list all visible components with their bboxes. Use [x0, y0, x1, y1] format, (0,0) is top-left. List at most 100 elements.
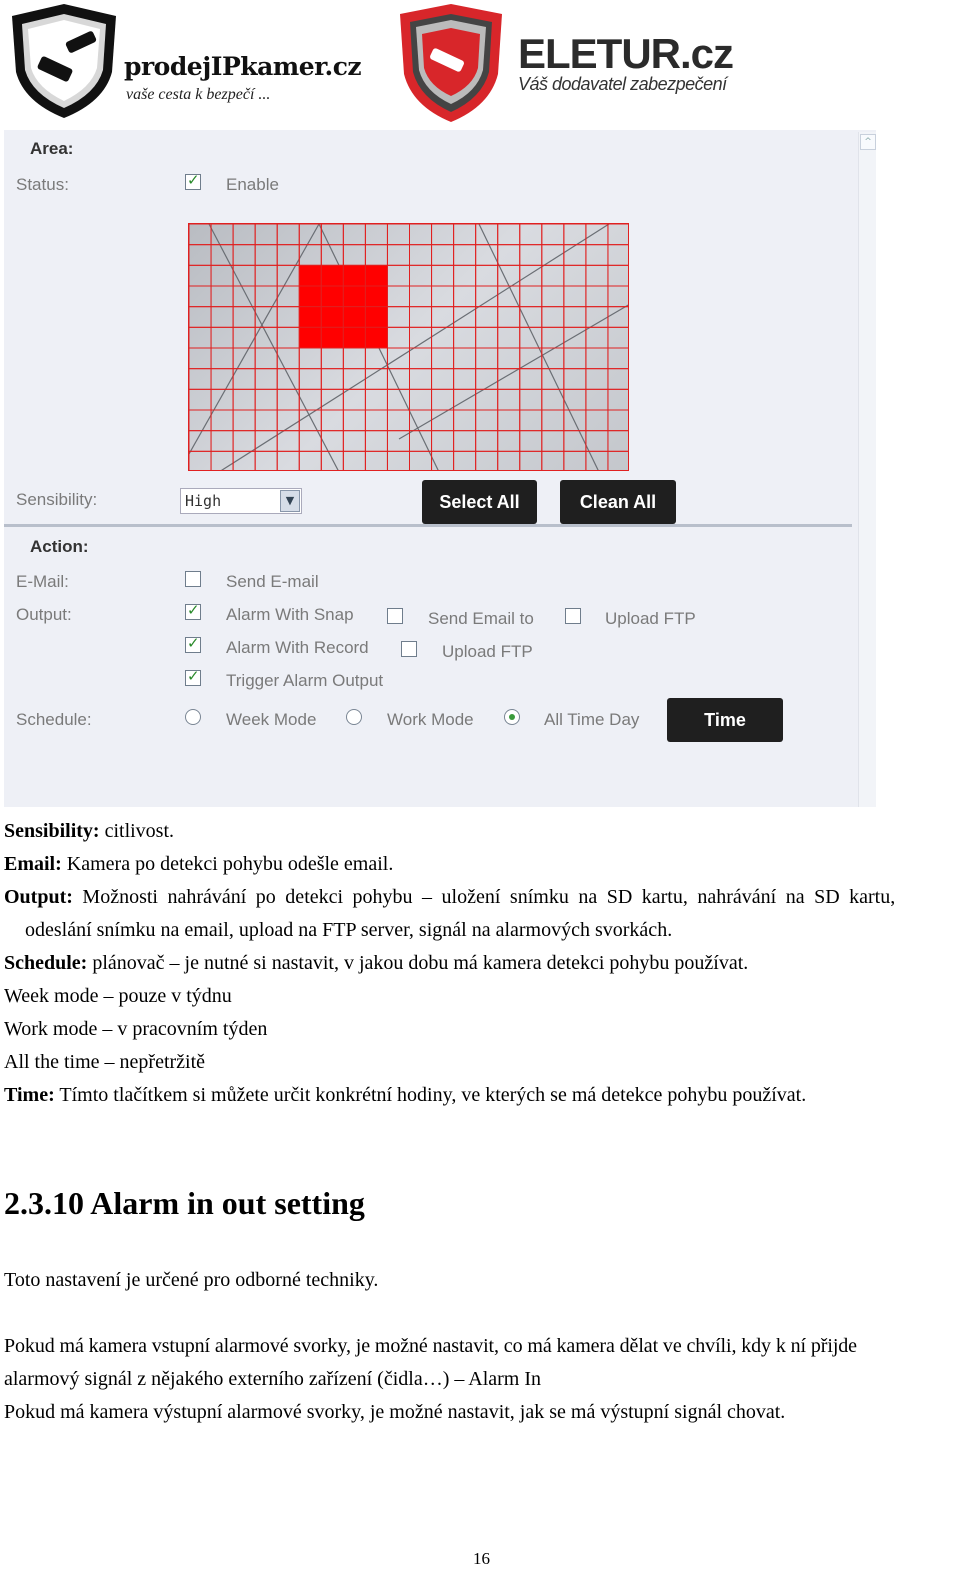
grid-cell[interactable]	[276, 326, 300, 349]
grid-cell[interactable]	[298, 368, 322, 390]
grid-cell[interactable]	[342, 224, 366, 246]
grid-cell[interactable]	[453, 409, 477, 432]
grid-cell[interactable]	[453, 306, 477, 328]
grid-cell[interactable]	[497, 388, 521, 411]
grid-cell-selected[interactable]	[342, 285, 366, 308]
grid-cell[interactable]	[276, 285, 300, 308]
grid-cell[interactable]	[342, 409, 366, 432]
grid-cell[interactable]	[232, 347, 256, 370]
grid-cell[interactable]	[189, 285, 212, 308]
grid-cell[interactable]	[320, 347, 344, 370]
grid-cell[interactable]	[254, 224, 278, 246]
motion-area-grid[interactable]	[188, 223, 629, 471]
grid-cell[interactable]	[254, 244, 278, 266]
grid-cell[interactable]	[232, 388, 256, 411]
grid-cell[interactable]	[386, 430, 410, 452]
grid-cell[interactable]	[189, 264, 212, 287]
all-time-day-radio[interactable]	[504, 709, 520, 725]
grid-cell[interactable]	[541, 285, 565, 308]
grid-cell[interactable]	[585, 368, 609, 390]
grid-cell[interactable]	[386, 224, 410, 246]
grid-cell[interactable]	[409, 264, 433, 287]
grid-cell[interactable]	[563, 224, 587, 246]
grid-cell[interactable]	[210, 347, 234, 370]
send-email-checkbox[interactable]	[185, 571, 201, 587]
grid-cell[interactable]	[453, 368, 477, 390]
grid-cell[interactable]	[475, 450, 499, 471]
status-enable-checkbox[interactable]	[185, 171, 201, 190]
grid-cell[interactable]	[497, 285, 521, 308]
grid-cell[interactable]	[189, 450, 212, 471]
grid-cell-selected[interactable]	[342, 326, 366, 349]
grid-cell[interactable]	[232, 306, 256, 328]
grid-cell[interactable]	[475, 306, 499, 328]
grid-cell[interactable]	[320, 450, 344, 471]
grid-cell-selected[interactable]	[320, 306, 344, 328]
grid-cell[interactable]	[386, 285, 410, 308]
grid-cell[interactable]	[607, 409, 629, 432]
grid-cell[interactable]	[431, 430, 455, 452]
grid-cell[interactable]	[409, 409, 433, 432]
grid-cell[interactable]	[276, 224, 300, 246]
grid-cell[interactable]	[541, 409, 565, 432]
grid-cell[interactable]	[409, 347, 433, 370]
grid-cell[interactable]	[475, 347, 499, 370]
grid-cell[interactable]	[453, 224, 477, 246]
alarm-with-record-checkbox[interactable]	[185, 634, 201, 653]
grid-cell[interactable]	[563, 264, 587, 287]
grid-cell[interactable]	[519, 388, 543, 411]
grid-cell[interactable]	[210, 285, 234, 308]
grid-cell[interactable]	[563, 306, 587, 328]
grid-cell[interactable]	[342, 388, 366, 411]
grid-cell[interactable]	[585, 409, 609, 432]
grid-cell[interactable]	[607, 306, 629, 328]
grid-cell[interactable]	[607, 450, 629, 471]
grid-cell[interactable]	[276, 306, 300, 328]
grid-cell[interactable]	[232, 285, 256, 308]
grid-cell[interactable]	[364, 244, 388, 266]
grid-cell[interactable]	[232, 430, 256, 452]
grid-cell[interactable]	[607, 244, 629, 266]
grid-cell[interactable]	[607, 224, 629, 246]
grid-cell[interactable]	[519, 244, 543, 266]
grid-cell[interactable]	[431, 264, 455, 287]
grid-cell[interactable]	[298, 409, 322, 432]
grid-cell[interactable]	[386, 244, 410, 266]
grid-cell[interactable]	[541, 450, 565, 471]
grid-cell[interactable]	[232, 409, 256, 432]
grid-cell[interactable]	[431, 224, 455, 246]
grid-cell-selected[interactable]	[364, 285, 388, 308]
grid-cell[interactable]	[210, 326, 234, 349]
grid-cell[interactable]	[210, 450, 234, 471]
grid-cell-selected[interactable]	[320, 326, 344, 349]
grid-cell[interactable]	[409, 306, 433, 328]
grid-cell[interactable]	[431, 450, 455, 471]
select-all-button[interactable]: Select All	[422, 480, 537, 524]
grid-cell[interactable]	[475, 224, 499, 246]
grid-cell[interactable]	[409, 326, 433, 349]
grid-cell[interactable]	[519, 306, 543, 328]
grid-cell[interactable]	[342, 450, 366, 471]
sensibility-select[interactable]: High ▼	[180, 488, 302, 514]
grid-cell[interactable]	[475, 264, 499, 287]
grid-cell-selected[interactable]	[298, 285, 322, 308]
grid-cell[interactable]	[364, 388, 388, 411]
grid-cell[interactable]	[519, 430, 543, 452]
grid-cell[interactable]	[453, 347, 477, 370]
grid-cell[interactable]	[298, 430, 322, 452]
grid-cell[interactable]	[210, 264, 234, 287]
grid-cell[interactable]	[563, 244, 587, 266]
grid-cell[interactable]	[453, 264, 477, 287]
grid-cell[interactable]	[254, 388, 278, 411]
grid-cell[interactable]	[364, 430, 388, 452]
grid-cell[interactable]	[519, 409, 543, 432]
grid-cell[interactable]	[276, 264, 300, 287]
upload-ftp-record-checkbox[interactable]	[401, 641, 417, 657]
grid-cell[interactable]	[298, 450, 322, 471]
grid-cell-selected[interactable]	[342, 264, 366, 287]
grid-cell[interactable]	[519, 224, 543, 246]
grid-cell[interactable]	[541, 306, 565, 328]
trigger-alarm-output-checkbox[interactable]	[185, 667, 201, 686]
grid-cell[interactable]	[409, 244, 433, 266]
grid-cell[interactable]	[497, 306, 521, 328]
